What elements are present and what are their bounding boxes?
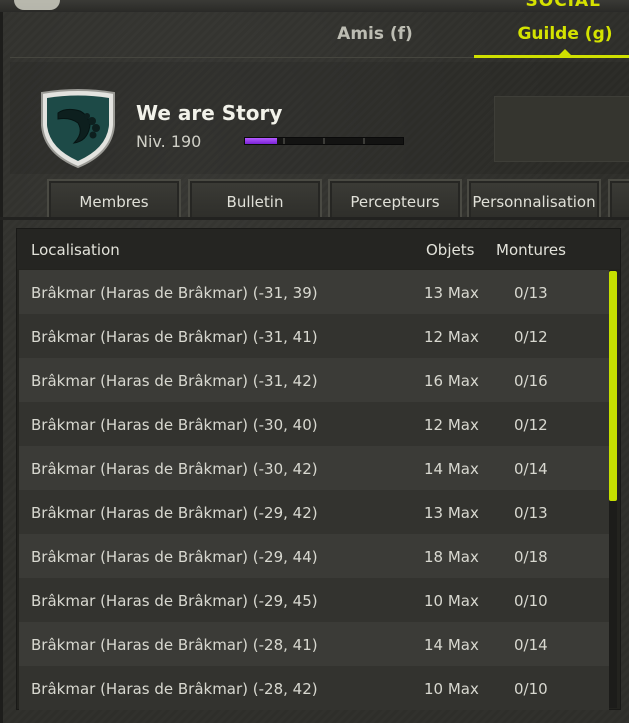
table-row[interactable]: Brâkmar (Haras de Brâkmar) (-31, 41) 12 M…: [19, 314, 609, 358]
guild-name: We are Story: [136, 101, 283, 125]
table-row[interactable]: Brâkmar (Haras de Brâkmar) (-28, 41) 14 M…: [19, 622, 609, 666]
cell-objects: 14 Max: [424, 636, 479, 654]
cell-mounts: 0/16: [514, 372, 548, 390]
cell-mounts: 0/13: [514, 504, 548, 522]
cell-objects: 13 Max: [424, 284, 479, 302]
table-row[interactable]: Brâkmar (Haras de Brâkmar) (-29, 42) 13 M…: [19, 490, 609, 534]
cell-objects: 18 Max: [424, 548, 479, 566]
cell-objects: 13 Max: [424, 504, 479, 522]
table-row[interactable]: Brâkmar (Haras de Brâkmar) (-31, 39) 13 M…: [19, 270, 609, 314]
cell-location: Brâkmar (Haras de Brâkmar) (-29, 45): [31, 592, 318, 610]
table-row[interactable]: Brâkmar (Haras de Brâkmar) (-29, 45) 10 M…: [19, 578, 609, 622]
cell-objects: 12 Max: [424, 328, 479, 346]
table-row[interactable]: Brâkmar (Haras de Brâkmar) (-31, 42) 16 M…: [19, 358, 609, 402]
paddocks-table: Localisation Objets Montures Brâkmar (Ha…: [16, 228, 621, 710]
cell-objects: 10 Max: [424, 680, 479, 698]
cell-location: Brâkmar (Haras de Brâkmar) (-30, 42): [31, 460, 318, 478]
cell-location: Brâkmar (Haras de Brâkmar) (-28, 41): [31, 636, 318, 654]
cell-mounts: 0/10: [514, 592, 548, 610]
column-header-location[interactable]: Localisation: [31, 241, 120, 259]
cell-location: Brâkmar (Haras de Brâkmar) (-29, 44): [31, 548, 318, 566]
table-row[interactable]: Brâkmar (Haras de Brâkmar) (-28, 42) 10 M…: [19, 666, 609, 710]
subtab-collectors[interactable]: Percepteurs: [328, 179, 462, 219]
column-header-mounts[interactable]: Montures: [496, 241, 566, 259]
cell-objects: 10 Max: [424, 592, 479, 610]
window-title: SOCIAL: [525, 0, 601, 11]
cell-location: Brâkmar (Haras de Brâkmar) (-29, 42): [31, 504, 318, 522]
cell-location: Brâkmar (Haras de Brâkmar) (-31, 39): [31, 284, 318, 302]
table-row[interactable]: Brâkmar (Haras de Brâkmar) (-29, 44) 18 M…: [19, 534, 609, 578]
xp-tick: [363, 138, 365, 144]
subtab-overflow[interactable]: [608, 179, 629, 219]
cell-location: Brâkmar (Haras de Brâkmar) (-28, 42): [31, 680, 318, 698]
cell-mounts: 0/10: [514, 680, 548, 698]
guild-xp-fill: [245, 138, 277, 144]
tab-friends[interactable]: Amis (f): [330, 22, 420, 54]
column-header-objects[interactable]: Objets: [426, 241, 474, 259]
cell-objects: 16 Max: [424, 372, 479, 390]
scrollbar-thumb[interactable]: [609, 271, 617, 501]
subtab-members[interactable]: Membres: [47, 179, 181, 219]
guild-info-box: [494, 96, 629, 162]
table-header: Localisation Objets Montures: [17, 229, 620, 269]
cell-location: Brâkmar (Haras de Brâkmar) (-31, 42): [31, 372, 318, 390]
guild-emblem[interactable]: [36, 85, 120, 169]
tab-divider: [10, 57, 474, 58]
table-body: Brâkmar (Haras de Brâkmar) (-31, 39) 13 M…: [19, 270, 609, 710]
guild-level: Niv. 190: [136, 132, 202, 151]
subtab-customization[interactable]: Personnalisation: [467, 179, 601, 219]
active-tab-underline: [474, 55, 629, 58]
dofus-logo-icon: [14, 0, 60, 10]
cell-location: Brâkmar (Haras de Brâkmar) (-30, 40): [31, 416, 318, 434]
cell-objects: 14 Max: [424, 460, 479, 478]
subtab-divider: [0, 217, 629, 220]
cell-mounts: 0/14: [514, 636, 548, 654]
cell-objects: 12 Max: [424, 416, 479, 434]
cell-mounts: 0/12: [514, 416, 548, 434]
table-row[interactable]: Brâkmar (Haras de Brâkmar) (-30, 42) 14 M…: [19, 446, 609, 490]
table-row[interactable]: Brâkmar (Haras de Brâkmar) (-30, 40) 12 M…: [19, 402, 609, 446]
active-tab-notch-icon: [558, 49, 572, 56]
guild-xp-bar: [244, 137, 404, 145]
main-tabs: Amis (f) Guilde (g): [0, 22, 629, 58]
cell-mounts: 0/18: [514, 548, 548, 566]
xp-tick: [283, 138, 285, 144]
cell-location: Brâkmar (Haras de Brâkmar) (-31, 41): [31, 328, 318, 346]
cell-mounts: 0/13: [514, 284, 548, 302]
cell-mounts: 0/12: [514, 328, 548, 346]
cell-mounts: 0/14: [514, 460, 548, 478]
xp-tick: [323, 138, 325, 144]
subtab-bulletin[interactable]: Bulletin: [188, 179, 322, 219]
